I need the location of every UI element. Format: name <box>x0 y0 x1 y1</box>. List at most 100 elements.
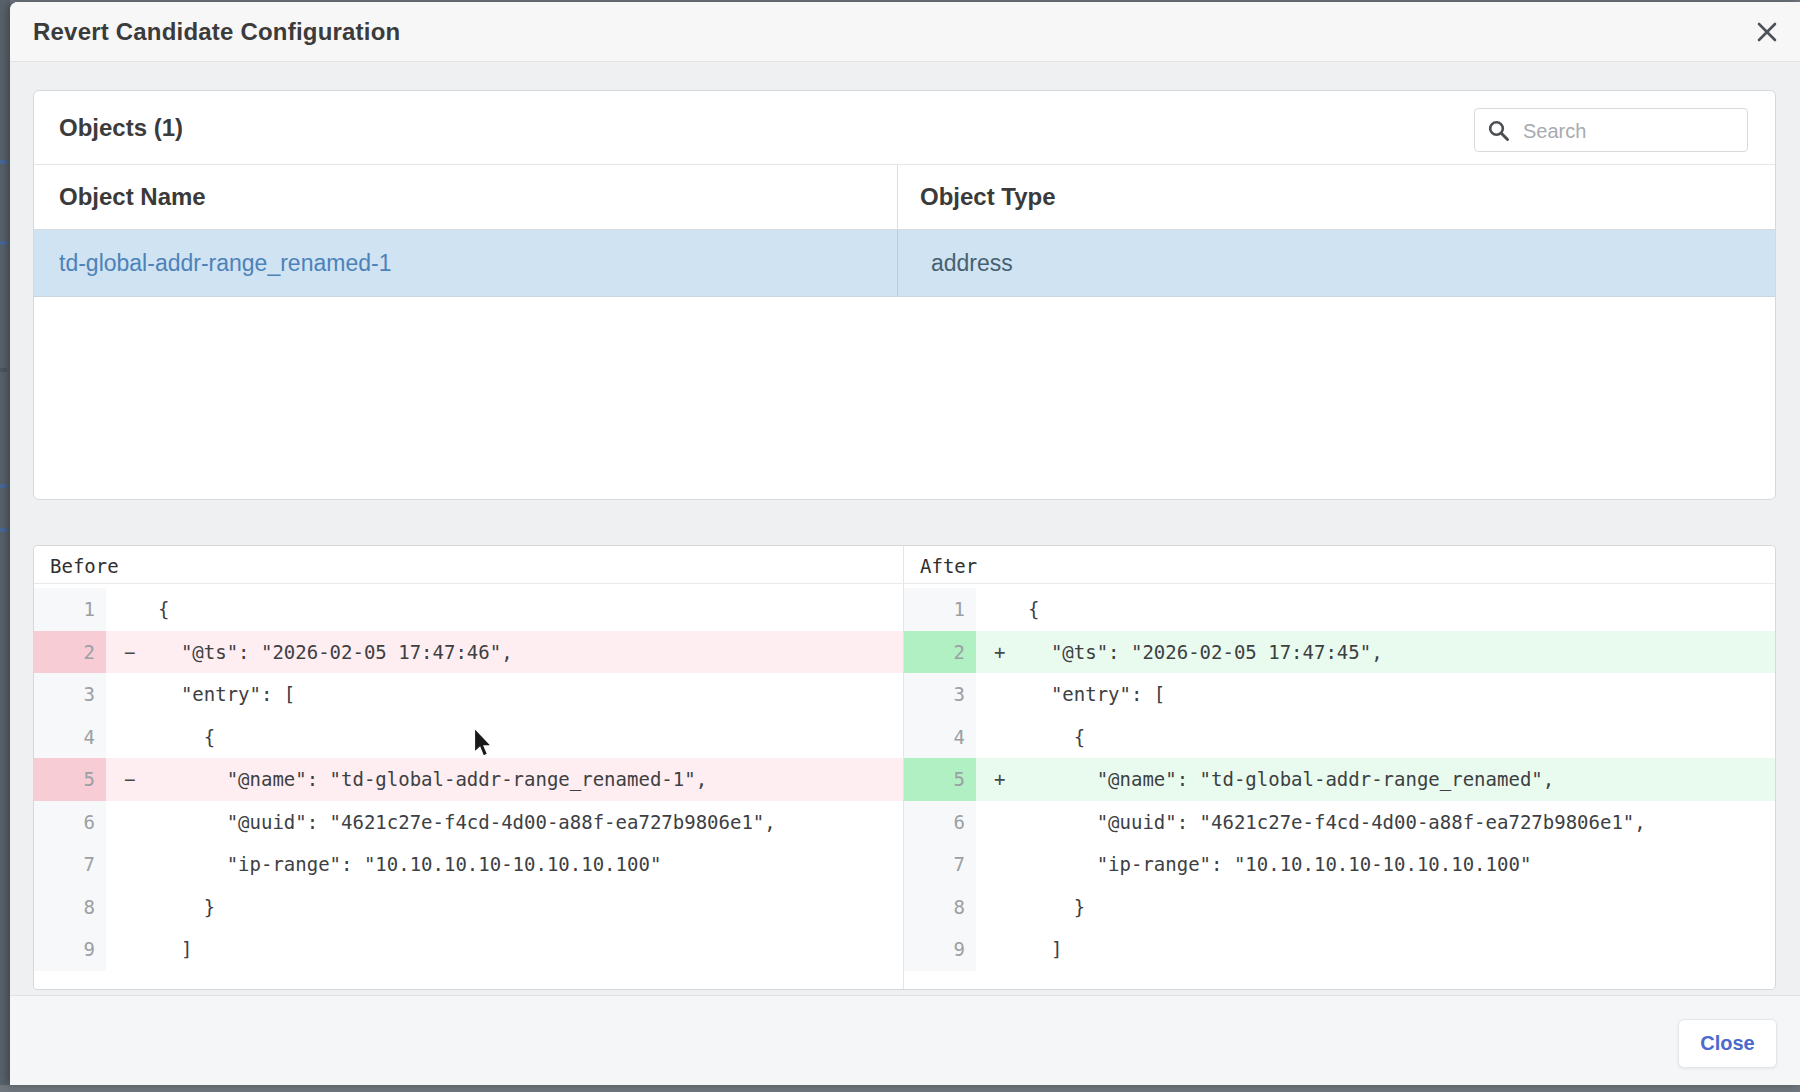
diff-line: 4 { <box>34 716 903 759</box>
dialog-header: Revert Candidate Configuration <box>10 2 1800 62</box>
column-header-object-type: Object Type <box>898 165 1775 229</box>
close-button[interactable]: Close <box>1678 1019 1777 1068</box>
line-number: 3 <box>904 673 976 716</box>
line-number: 6 <box>904 801 976 844</box>
line-text: ] <box>158 938 192 960</box>
background-text-fragment <box>0 484 7 488</box>
line-number: 7 <box>904 843 976 886</box>
line-number: 4 <box>34 716 106 759</box>
objects-panel: Objects (1) Object Name Object Type td-g… <box>33 90 1776 500</box>
dialog-title: Revert Candidate Configuration <box>33 18 400 46</box>
diff-line-added: 2+ "@ts": "2026-02-05 17:47:45", <box>904 631 1775 674</box>
line-text: { <box>1028 598 1039 620</box>
line-text: { <box>1028 726 1085 748</box>
line-code: ] <box>976 928 1775 971</box>
diff-marker: − <box>124 631 158 674</box>
line-number: 8 <box>34 886 106 929</box>
diff-line: 8 } <box>34 886 903 929</box>
screen: Revert Candidate Configuration Objects (… <box>0 0 1800 1092</box>
line-text: "@name": "td-global-addr-range_renamed", <box>1028 768 1554 790</box>
line-text: "@uuid": "4621c27e-f4cd-4d00-a88f-ea727b… <box>1028 811 1646 833</box>
diff-line: 6 "@uuid": "4621c27e-f4cd-4d00-a88f-ea72… <box>34 801 903 844</box>
line-code: "ip-range": "10.10.10.10-10.10.10.100" <box>976 843 1775 886</box>
line-code: { <box>106 588 903 631</box>
search-box <box>1474 108 1748 152</box>
line-code: − "@name": "td-global-addr-range_renamed… <box>106 758 903 801</box>
diff-marker: + <box>994 758 1028 801</box>
line-text: { <box>158 726 215 748</box>
object-type-cell: address <box>898 230 1775 296</box>
line-code: "entry": [ <box>106 673 903 716</box>
diff-line: 1{ <box>34 588 903 631</box>
after-code: 1{ 2+ "@ts": "2026-02-05 17:47:45", 3 "e… <box>904 584 1775 971</box>
line-number: 1 <box>34 588 106 631</box>
search-icon <box>1487 119 1511 143</box>
diff-line: 6 "@uuid": "4621c27e-f4cd-4d00-a88f-ea72… <box>904 801 1775 844</box>
line-text: "ip-range": "10.10.10.10-10.10.10.100" <box>1028 853 1531 875</box>
table-row-selected[interactable]: td-global-addr-range_renamed-1 address <box>34 230 1775 297</box>
line-text: "entry": [ <box>158 683 295 705</box>
line-text: ] <box>1028 938 1062 960</box>
line-number: 8 <box>904 886 976 929</box>
search-input[interactable] <box>1521 110 1740 152</box>
background-text-fragment <box>0 528 7 532</box>
background-page-edge <box>0 0 10 1085</box>
line-number: 5 <box>34 758 106 801</box>
line-number: 6 <box>34 801 106 844</box>
diff-line: 9 ] <box>904 928 1775 971</box>
line-code: + "@ts": "2026-02-05 17:47:45", <box>976 631 1775 674</box>
line-code: − "@ts": "2026-02-05 17:47:46", <box>106 631 903 674</box>
diff-line: 3 "entry": [ <box>34 673 903 716</box>
line-number: 7 <box>34 843 106 886</box>
line-code: "@uuid": "4621c27e-f4cd-4d00-a88f-ea727b… <box>976 801 1775 844</box>
line-code: } <box>106 886 903 929</box>
diff-line: 7 "ip-range": "10.10.10.10-10.10.10.100" <box>904 843 1775 886</box>
line-code: ] <box>106 928 903 971</box>
objects-table-header: Object Name Object Type <box>34 165 1775 230</box>
objects-count-title: Objects (1) <box>59 91 183 164</box>
line-code: { <box>106 716 903 759</box>
diff-line-removed: 5− "@name": "td-global-addr-range_rename… <box>34 758 903 801</box>
line-code: } <box>976 886 1775 929</box>
diff-marker: − <box>124 758 158 801</box>
object-name-cell[interactable]: td-global-addr-range_renamed-1 <box>34 230 898 296</box>
line-number: 9 <box>904 928 976 971</box>
diff-line: 8 } <box>904 886 1775 929</box>
column-header-object-name: Object Name <box>34 165 898 229</box>
line-number: 2 <box>904 631 976 674</box>
diff-line: 9 ] <box>34 928 903 971</box>
mouse-cursor <box>472 726 494 759</box>
background-text-fragment <box>0 241 7 245</box>
line-code: "@uuid": "4621c27e-f4cd-4d00-a88f-ea727b… <box>106 801 903 844</box>
background-text-fragment <box>0 368 7 372</box>
line-number: 9 <box>34 928 106 971</box>
background-text-fragment <box>0 160 7 164</box>
line-code: { <box>976 588 1775 631</box>
line-number: 2 <box>34 631 106 674</box>
objects-panel-header: Objects (1) <box>34 91 1775 165</box>
line-text: "ip-range": "10.10.10.10-10.10.10.100" <box>158 853 661 875</box>
line-code: + "@name": "td-global-addr-range_renamed… <box>976 758 1775 801</box>
line-number: 5 <box>904 758 976 801</box>
diff-line: 1{ <box>904 588 1775 631</box>
after-label: After <box>904 546 1775 584</box>
line-text: "@ts": "2026-02-05 17:47:45", <box>1028 641 1383 663</box>
line-number: 1 <box>904 588 976 631</box>
line-text: } <box>158 896 215 918</box>
line-code: "entry": [ <box>976 673 1775 716</box>
line-code: "ip-range": "10.10.10.10-10.10.10.100" <box>106 843 903 886</box>
diff-line-added: 5+ "@name": "td-global-addr-range_rename… <box>904 758 1775 801</box>
dialog-footer: Close <box>10 995 1800 1085</box>
diff-line: 4 { <box>904 716 1775 759</box>
line-text: "entry": [ <box>1028 683 1165 705</box>
close-icon[interactable] <box>1754 19 1780 45</box>
diff-before-pane: Before 1{ 2− "@ts": "2026-02-05 17:47:46… <box>34 546 904 989</box>
revert-candidate-configuration-dialog: Revert Candidate Configuration Objects (… <box>10 2 1800 1085</box>
diff-line: 3 "entry": [ <box>904 673 1775 716</box>
before-label: Before <box>34 546 903 584</box>
line-text: } <box>1028 896 1085 918</box>
line-number: 3 <box>34 673 106 716</box>
line-text: "@uuid": "4621c27e-f4cd-4d00-a88f-ea727b… <box>158 811 776 833</box>
line-text: "@name": "td-global-addr-range_renamed-1… <box>158 768 707 790</box>
diff-panel: Before 1{ 2− "@ts": "2026-02-05 17:47:46… <box>33 545 1776 990</box>
